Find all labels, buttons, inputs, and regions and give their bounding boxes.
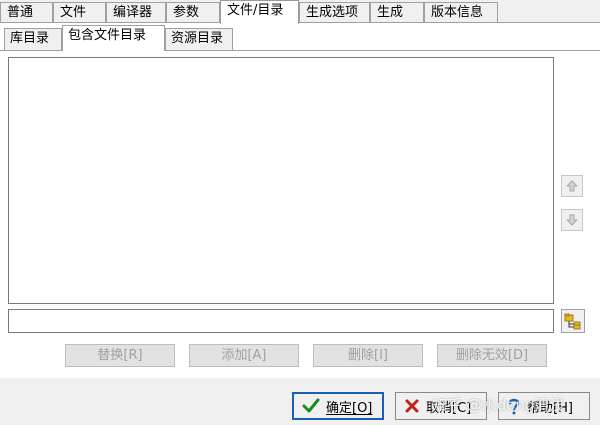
tab-build-options[interactable]: 生成选项 [299, 2, 370, 23]
ok-button[interactable]: 确定[O] [292, 392, 384, 420]
directory-path-input[interactable] [8, 309, 554, 333]
directory-list[interactable] [8, 57, 554, 304]
checkmark-icon [302, 398, 320, 413]
tab-files-directories[interactable]: 文件/目录 [220, 0, 299, 24]
subtab-resource-dirs[interactable]: 资源目录 [165, 28, 233, 50]
main-tab-strip: 普通 文件 编译器 参数 文件/目录 生成选项 生成 版本信息 [0, 0, 600, 24]
watermark: 知乎 @水dong清浅 [432, 396, 565, 414]
move-up-button[interactable] [561, 175, 583, 197]
arrow-down-icon [565, 214, 579, 226]
tab-compiler[interactable]: 编译器 [106, 2, 166, 23]
subtab-library-dirs[interactable]: 库目录 [4, 28, 62, 50]
tab-version-info[interactable]: 版本信息 [424, 2, 498, 23]
tab-general[interactable]: 普通 [0, 2, 53, 23]
add-button[interactable]: 添加[A] [189, 344, 299, 367]
subtab-include-dirs[interactable]: 包含文件目录 [62, 25, 165, 51]
delete-button[interactable]: 删除[I] [313, 344, 423, 367]
delete-invalid-button[interactable]: 删除无效[D] [437, 344, 547, 367]
folder-tree-icon [564, 313, 581, 330]
browse-folder-button[interactable] [561, 309, 585, 333]
arrow-up-icon [565, 180, 579, 192]
tab-parameters[interactable]: 参数 [166, 2, 220, 23]
tab-files[interactable]: 文件 [53, 2, 106, 23]
close-icon [405, 399, 419, 413]
replace-button[interactable]: 替换[R] [65, 344, 175, 367]
tab-build[interactable]: 生成 [370, 2, 424, 23]
move-down-button[interactable] [561, 209, 583, 231]
